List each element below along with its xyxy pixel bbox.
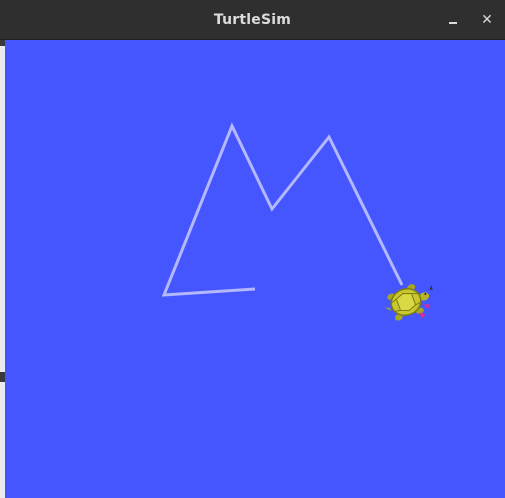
- close-button[interactable]: ✕: [476, 9, 498, 31]
- minimize-button[interactable]: [442, 9, 464, 31]
- canvas-drawing: [161, 122, 433, 321]
- turtle-icon: [384, 284, 433, 321]
- turtlesim-window: TurtleSim ✕: [0, 0, 505, 498]
- turtle-canvas: [5, 40, 505, 498]
- pen-trail: [161, 122, 404, 297]
- window-title: TurtleSim: [213, 12, 292, 28]
- minimize-icon: [449, 22, 457, 24]
- close-icon: ✕: [481, 12, 493, 28]
- title-bar[interactable]: TurtleSim ✕: [0, 0, 505, 40]
